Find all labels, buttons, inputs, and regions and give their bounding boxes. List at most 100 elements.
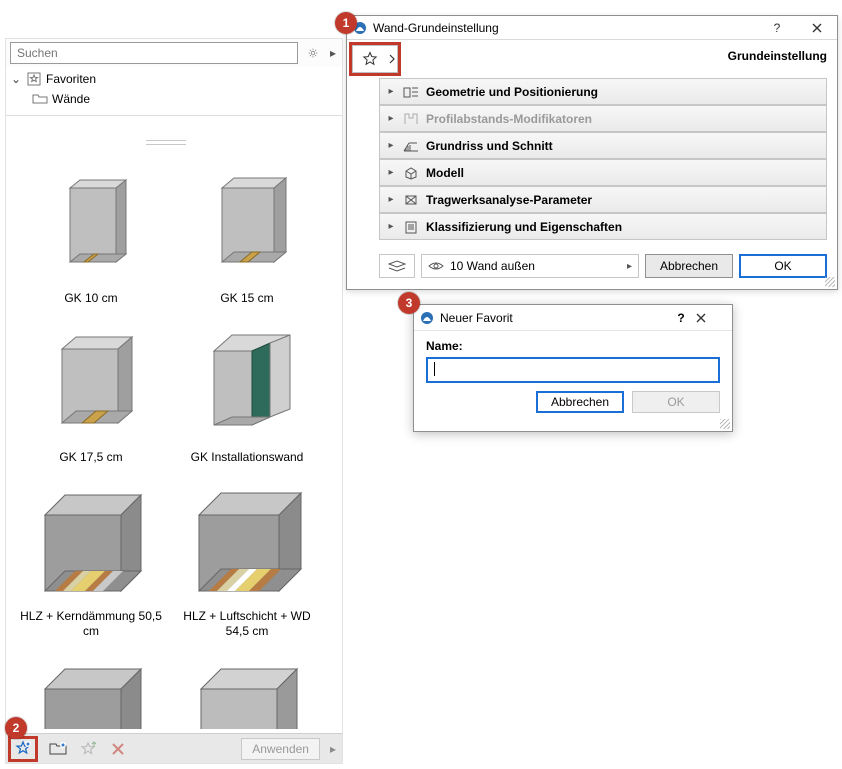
panel-label: Klassifizierung und Eigenschaften	[426, 220, 622, 234]
dialog-titlebar[interactable]: Neuer Favorit ?	[414, 305, 732, 331]
panel-model[interactable]: ▸ Modell	[379, 159, 827, 186]
apply-button[interactable]: Anwenden	[241, 738, 320, 760]
tree-folder-label: Wände	[52, 92, 90, 106]
favorite-thumb	[31, 167, 151, 287]
chevron-right-icon: ▸	[386, 194, 396, 205]
chevron-right-icon: ▸	[386, 140, 396, 151]
favorites-dropdown-button[interactable]	[386, 45, 398, 73]
dialog-subtitle: Grundeinstellung	[728, 49, 827, 63]
disclosure-icon[interactable]: ⌄	[10, 72, 22, 86]
layer-icon-button[interactable]	[379, 254, 415, 278]
favorite-thumb	[187, 485, 307, 605]
layer-picker[interactable]: 10 Wand außen ▸	[421, 254, 639, 278]
dialog-titlebar[interactable]: Wand-Grundeinstellung ?	[347, 16, 837, 40]
layers-icon	[386, 259, 408, 273]
floorplan-icon	[402, 139, 420, 153]
callout-badge-2: 2	[5, 717, 27, 739]
favorite-label: HLZ + Kerndämmung 50,5 cm	[16, 609, 166, 639]
favorite-label: GK 10 cm	[64, 291, 117, 306]
favorite-card[interactable]	[172, 659, 322, 729]
chevron-right-icon: ▸	[386, 86, 396, 97]
chevron-right-icon: ▸	[627, 261, 632, 272]
chevron-right-icon: ▸	[386, 221, 396, 232]
panel-floorplan[interactable]: ▸ Grundriss und Schnitt	[379, 132, 827, 159]
favorite-thumb	[31, 659, 151, 729]
favorite-card[interactable]: HLZ + Kerndämmung 50,5 cm	[16, 485, 166, 639]
favorite-card[interactable]: GK 17,5 cm	[16, 326, 166, 465]
close-button[interactable]	[797, 16, 837, 40]
delete-favorite-button[interactable]	[108, 739, 128, 759]
splitter[interactable]	[6, 139, 326, 145]
eye-icon	[428, 260, 444, 272]
star-plus-icon	[14, 740, 32, 758]
ok-button[interactable]: OK	[632, 391, 720, 413]
panel-profile-modifiers[interactable]: ▸ Profilabstands-Modifikatoren	[379, 105, 827, 132]
panel-list: ▸ Geometrie und Positionierung ▸ Profila…	[379, 78, 827, 240]
callout-badge-3: 3	[398, 292, 420, 314]
panel-geometry[interactable]: ▸ Geometrie und Positionierung	[379, 78, 827, 105]
favorites-footer: Anwenden ▸	[6, 733, 342, 763]
favorites-panel: ▸ ⌄ Favoriten Wände	[5, 38, 343, 764]
gear-icon	[308, 45, 318, 61]
chevron-right-icon	[389, 54, 395, 64]
new-favorite-button[interactable]	[13, 739, 33, 759]
close-icon	[111, 742, 125, 756]
favorites-tree: ⌄ Favoriten Wände	[6, 67, 342, 116]
favorite-card[interactable]: GK 10 cm	[16, 167, 166, 306]
chevron-right-icon[interactable]: ▸	[328, 46, 338, 60]
favorite-label: GK 15 cm	[220, 291, 273, 306]
tree-folder[interactable]: Wände	[10, 89, 338, 109]
favorite-card[interactable]: GK 15 cm	[172, 167, 322, 306]
search-input[interactable]	[10, 42, 298, 64]
callout-2-frame	[8, 736, 38, 762]
tree-root-label: Favoriten	[46, 72, 96, 86]
folder-icon	[32, 93, 48, 105]
panel-structural[interactable]: ▸ Tragwerksanalyse-Parameter	[379, 186, 827, 213]
favorite-thumb	[187, 167, 307, 287]
tree-root[interactable]: ⌄ Favoriten	[10, 69, 338, 89]
callout-1-frame	[349, 42, 401, 76]
favorites-gallery[interactable]: GK 10 cm GK 15 cm	[6, 147, 342, 733]
dialog-title: Neuer Favorit	[440, 311, 666, 325]
panel-label: Modell	[426, 166, 464, 180]
star-icon	[26, 72, 42, 86]
resize-grip[interactable]	[825, 277, 835, 287]
name-input[interactable]	[429, 360, 717, 380]
panel-label: Tragwerksanalyse-Parameter	[426, 193, 592, 207]
star-icon	[362, 51, 378, 67]
wall-settings-dialog: Wand-Grundeinstellung ? Grundeinstellung…	[346, 15, 838, 290]
favorite-card[interactable]: HLZ + Luftschicht + WD 54,5 cm	[172, 485, 322, 639]
panel-label: Grundriss und Schnitt	[426, 139, 553, 153]
update-favorite-button[interactable]	[78, 739, 98, 759]
resize-grip[interactable]	[720, 419, 730, 429]
help-button[interactable]: ?	[666, 311, 696, 325]
app-icon	[420, 311, 434, 325]
cancel-button[interactable]: Abbrechen	[645, 254, 733, 278]
panel-classification[interactable]: ▸ Klassifizierung und Eigenschaften	[379, 213, 827, 240]
favorite-thumb	[31, 326, 151, 446]
ok-button[interactable]: OK	[739, 254, 827, 278]
structural-icon	[402, 193, 420, 207]
favorite-label: HLZ + Luftschicht + WD 54,5 cm	[172, 609, 322, 639]
close-button[interactable]	[696, 313, 726, 323]
favorite-card[interactable]: GK Installationswand	[172, 326, 322, 465]
folder-plus-icon	[49, 741, 67, 757]
favorite-label: GK Installationswand	[191, 450, 304, 465]
cancel-button[interactable]: Abbrechen	[536, 391, 624, 413]
favorite-thumb	[31, 485, 151, 605]
favorite-thumb	[187, 326, 307, 446]
star-up-icon	[79, 740, 97, 758]
settings-gear-button[interactable]	[302, 42, 324, 64]
layer-name: 10 Wand außen	[450, 259, 535, 273]
favorite-thumb	[187, 659, 307, 729]
dialog-title: Wand-Grundeinstellung	[373, 21, 757, 35]
name-input-wrap	[426, 357, 720, 383]
chevron-right-icon[interactable]: ▸	[330, 742, 336, 756]
panel-label: Profilabstands-Modifikatoren	[426, 112, 592, 126]
favorite-card[interactable]	[16, 659, 166, 729]
geometry-icon	[402, 85, 420, 99]
help-button[interactable]: ?	[757, 16, 797, 40]
new-folder-button[interactable]	[48, 739, 68, 759]
favorites-toggle-button[interactable]	[352, 45, 386, 73]
new-favorite-dialog: Neuer Favorit ? Name: Abbrechen OK	[413, 304, 733, 432]
